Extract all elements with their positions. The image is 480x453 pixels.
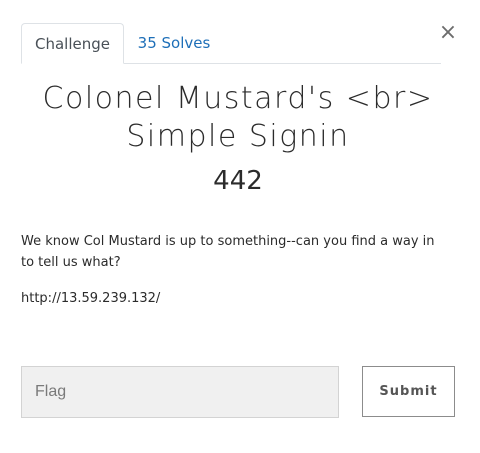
- flag-input[interactable]: [21, 366, 339, 418]
- tab-bar: Challenge 35 Solves: [21, 23, 441, 64]
- tab-challenge[interactable]: Challenge: [21, 23, 124, 64]
- challenge-title-line1: Colonel Mustard's <br>: [42, 81, 434, 116]
- challenge-title: Colonel Mustard's <br> Simple Signin: [0, 80, 476, 156]
- tab-solves[interactable]: 35 Solves: [124, 23, 224, 64]
- challenge-description: We know Col Mustard is up to something--…: [21, 234, 435, 270]
- close-icon[interactable]: ×: [438, 20, 458, 46]
- challenge-url: http://13.59.239.132/: [21, 291, 161, 306]
- submit-button[interactable]: Submit: [362, 366, 455, 417]
- challenge-points: 442: [213, 166, 263, 196]
- challenge-modal: Challenge 35 Solves × Colonel Mustard's …: [0, 0, 480, 453]
- challenge-title-line2: Simple Signin: [126, 119, 350, 154]
